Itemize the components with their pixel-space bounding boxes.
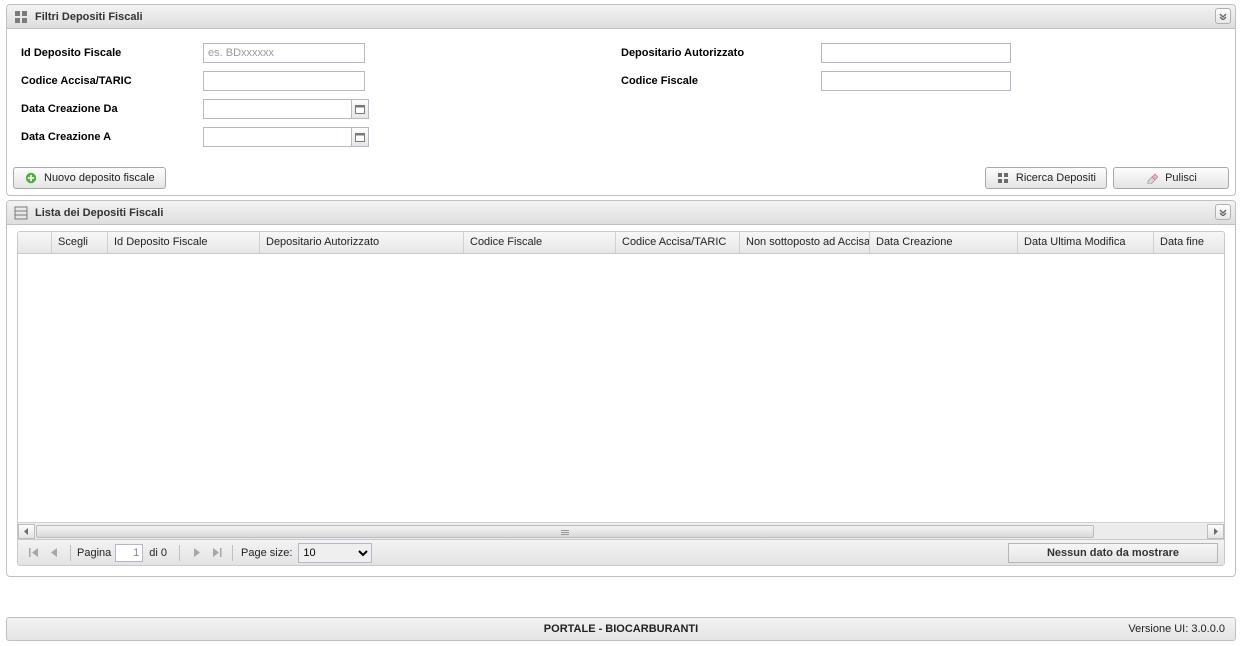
col-data-fine[interactable]: Data fine [1154,232,1224,253]
filters-header: Filtri Depositi Fiscali [7,5,1235,29]
filters-panel: Filtri Depositi Fiscali Id Deposito Fisc… [6,4,1236,196]
data-creazione-da-label: Data Creazione Da [21,103,203,115]
add-icon [24,171,38,185]
codice-accisa-label: Codice Accisa/TARIC [21,75,203,87]
collapse-filters-button[interactable] [1215,8,1231,24]
page-label: Pagina [77,547,111,559]
codice-accisa-input[interactable] [203,71,365,91]
first-page-button[interactable] [25,544,43,562]
list-title: Lista dei Depositi Fiscali [35,207,163,219]
prev-page-button[interactable] [45,544,63,562]
horizontal-scrollbar[interactable] [18,522,1224,539]
scroll-right-icon[interactable] [1207,524,1224,539]
scroll-track[interactable] [35,524,1207,539]
list-header: Lista dei Depositi Fiscali [7,201,1235,225]
nuovo-deposito-button[interactable]: Nuovo deposito fiscale [13,167,166,189]
scroll-left-icon[interactable] [18,524,35,539]
codice-fiscale-label: Codice Fiscale [621,75,821,87]
eraser-icon [1145,171,1159,185]
grid-icon [996,171,1010,185]
col-codice-accisa[interactable]: Codice Accisa/TARIC [616,232,740,253]
data-creazione-a-input[interactable] [203,127,351,147]
pulisci-label: Pulisci [1165,172,1197,184]
pulisci-button[interactable]: Pulisci [1113,167,1229,189]
col-data-ultima-modifica[interactable]: Data Ultima Modifica [1018,232,1154,253]
data-creazione-da-input[interactable] [203,99,351,119]
list-icon [13,205,29,221]
page-number-input[interactable] [115,544,143,562]
grid-body [18,254,1224,522]
depositario-input[interactable] [821,43,1011,63]
last-page-button[interactable] [207,544,225,562]
calendar-icon[interactable] [351,127,369,147]
depositario-label: Depositario Autorizzato [621,47,821,59]
ricerca-depositi-button[interactable]: Ricerca Depositi [985,167,1107,189]
list-panel: Lista dei Depositi Fiscali Scegli Id Dep… [6,200,1236,577]
col-data-creazione[interactable]: Data Creazione [870,232,1018,253]
page-size-label: Page size: [241,547,292,559]
grid: Scegli Id Deposito Fiscale Depositario A… [17,231,1225,566]
pager: Pagina di 0 Page size: 10 Nessun dato da… [18,539,1224,565]
next-page-button[interactable] [187,544,205,562]
calendar-icon[interactable] [351,99,369,119]
col-id-deposito[interactable]: Id Deposito Fiscale [108,232,260,253]
footer-title: PORTALE - BIOCARBURANTI [544,623,698,635]
pager-status: Nessun dato da mostrare [1008,543,1218,563]
data-creazione-a-label: Data Creazione A [21,131,203,143]
page-of-label: di 0 [149,547,167,559]
footer-version: Versione UI: 3.0.0.0 [1128,623,1225,635]
codice-fiscale-input[interactable] [821,71,1011,91]
nuovo-deposito-label: Nuovo deposito fiscale [44,172,155,184]
filters-title: Filtri Depositi Fiscali [35,11,143,23]
scroll-thumb[interactable] [36,525,1094,538]
filter-icon [13,9,29,25]
col-scegli[interactable]: Scegli [52,232,108,253]
id-deposito-label: Id Deposito Fiscale [21,47,203,59]
collapse-list-button[interactable] [1215,204,1231,220]
col-blank[interactable] [18,232,52,253]
footer-bar: PORTALE - BIOCARBURANTI Versione UI: 3.0… [6,617,1236,641]
col-codice-fiscale[interactable]: Codice Fiscale [464,232,616,253]
ricerca-depositi-label: Ricerca Depositi [1016,172,1096,184]
col-depositario[interactable]: Depositario Autorizzato [260,232,464,253]
grid-header-row: Scegli Id Deposito Fiscale Depositario A… [18,232,1224,254]
page-size-select[interactable]: 10 [298,543,372,563]
col-non-sottoposto[interactable]: Non sottoposto ad Accisa [740,232,870,253]
id-deposito-input[interactable] [203,43,365,63]
